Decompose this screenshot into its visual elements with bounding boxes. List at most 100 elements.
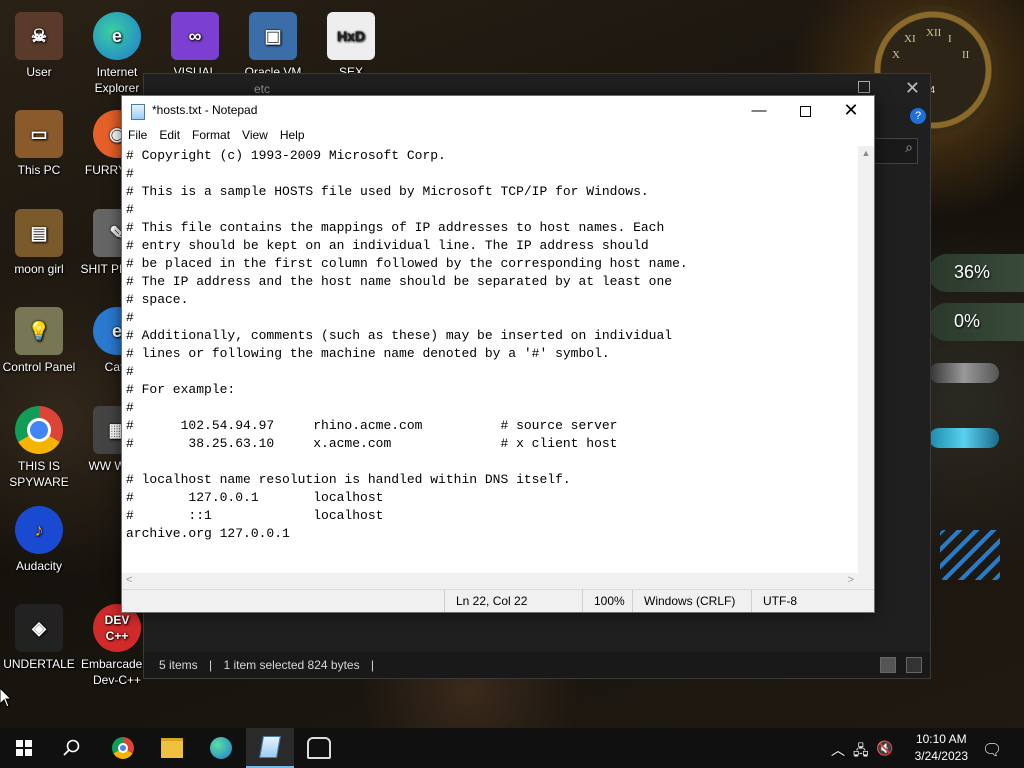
cpu-gauge: 36% xyxy=(928,254,1024,292)
close-button[interactable]: ✕ xyxy=(828,96,874,125)
clock-number: XII xyxy=(926,27,942,39)
tube-widget xyxy=(929,428,999,448)
clock-number: X xyxy=(892,49,900,61)
menu-file[interactable]: File xyxy=(122,125,153,146)
menu-bar: File Edit Format View Help xyxy=(122,125,874,146)
maximize-button[interactable] xyxy=(782,96,828,125)
desktop-icon-label: User xyxy=(26,65,52,79)
clock-number: I xyxy=(948,33,952,45)
folder-icon: ▤ xyxy=(15,209,63,257)
cursor-position: Ln 22, Col 22 xyxy=(444,590,527,612)
chrome-icon xyxy=(112,737,134,759)
cursor-icon xyxy=(0,688,12,708)
folder-icon xyxy=(161,738,183,758)
encoding: UTF-8 xyxy=(751,590,797,612)
desktop-icon-sex[interactable]: HxD SEX xyxy=(312,12,390,80)
app-icon xyxy=(307,737,331,759)
taskbar-edge[interactable] xyxy=(197,728,245,768)
computer-icon: ▭ xyxy=(15,110,63,158)
search-icon xyxy=(63,739,80,756)
menu-edit[interactable]: Edit xyxy=(153,125,186,146)
help-icon[interactable]: ? xyxy=(910,108,926,124)
clock-number: XI xyxy=(904,33,916,45)
menu-view[interactable]: View xyxy=(236,125,274,146)
notification-icon[interactable]: 🗨 xyxy=(982,740,1002,760)
details-view-button[interactable] xyxy=(880,657,896,673)
lightbulb-icon: 💡 xyxy=(15,307,63,355)
chrome-icon xyxy=(15,406,63,454)
chevron-up-icon[interactable]: ︿ xyxy=(831,740,845,760)
maximize-icon[interactable] xyxy=(858,81,870,93)
headphones-icon: ♪ xyxy=(15,506,63,554)
desktop-icon-audacity[interactable]: ♪ Audacity xyxy=(0,506,78,574)
tube-widget xyxy=(929,363,999,383)
desktop-icon-label: This PC xyxy=(17,163,61,177)
ram-gauge: 0% xyxy=(928,303,1024,341)
volume-muted-icon[interactable]: 🔇 xyxy=(876,740,893,757)
network-icon[interactable]: 🖧 xyxy=(853,740,869,764)
desktop-icon-visual[interactable]: ∞ VISUAL xyxy=(156,12,234,80)
edge-icon xyxy=(210,737,232,759)
desktop-icon-moon-girl[interactable]: ▤ moon girl xyxy=(0,209,78,277)
explorer-path-label: etc xyxy=(254,82,271,96)
taskbar: ︿ 🖧 🔇 10:10 AM 3/24/2023 🗨 xyxy=(0,728,1024,768)
hxd-icon: HxD xyxy=(327,12,375,60)
cpu-gauge-value: 36% xyxy=(954,262,991,282)
zoom-level: 100% xyxy=(582,590,625,612)
desktop-icon-undertale[interactable]: ◈ UNDERTALE xyxy=(0,604,78,672)
visual-studio-icon: ∞ xyxy=(171,12,219,60)
vertical-scrollbar[interactable]: ▲ xyxy=(858,146,874,573)
windows-icon xyxy=(16,740,32,756)
horizontal-scrollbar[interactable]: < > xyxy=(122,573,858,589)
desktop-icon-label: UNDERTALE xyxy=(3,657,75,671)
scroll-up-icon[interactable]: ▲ xyxy=(858,148,874,158)
edge-icon: e xyxy=(93,12,141,60)
line-ending: Windows (CRLF) xyxy=(632,590,735,612)
notepad-titlebar[interactable]: *hosts.txt - Notepad — ✕ xyxy=(122,96,874,125)
desktop-icon-control-panel[interactable]: 💡 Control Panel xyxy=(0,307,78,375)
maximize-icon xyxy=(799,105,811,117)
window-title: *hosts.txt - Notepad xyxy=(152,103,258,117)
taskbar-chrome[interactable] xyxy=(99,728,147,768)
explorer-status-bar: 5 items | 1 item selected 824 bytes | xyxy=(144,652,930,678)
desktop-icon-this-pc[interactable]: ▭ This PC xyxy=(0,110,78,178)
clock-date: 3/24/2023 xyxy=(914,749,968,763)
desktop-icon-label: THIS IS SPYWARE xyxy=(9,459,69,489)
scrollbar-corner xyxy=(858,573,874,589)
user-icon: ☠ xyxy=(15,12,63,60)
taskbar-notepad[interactable] xyxy=(246,728,294,768)
status-separator: | xyxy=(370,658,375,672)
text-editor[interactable]: # Copyright (c) 1993-2009 Microsoft Corp… xyxy=(122,146,858,573)
menu-format[interactable]: Format xyxy=(186,125,236,146)
scroll-right-icon[interactable]: > xyxy=(848,574,854,586)
explorer-selection-info: 1 item selected 824 bytes xyxy=(223,658,360,672)
desktop-icon-oracle-vm[interactable]: ▣ Oracle VM xyxy=(234,12,312,80)
status-separator: | xyxy=(209,658,213,672)
minimize-button[interactable]: — xyxy=(736,96,782,125)
taskbar-file-explorer[interactable] xyxy=(148,728,196,768)
scroll-left-icon[interactable]: < xyxy=(126,574,132,586)
ram-gauge-value: 0% xyxy=(954,311,981,331)
notepad-icon xyxy=(259,736,281,758)
tube-widget xyxy=(940,530,1000,580)
editor-content[interactable]: # Copyright (c) 1993-2009 Microsoft Corp… xyxy=(122,146,858,543)
desktop-icon-label: Control Panel xyxy=(2,360,76,374)
desktop-icon-chrome[interactable]: THIS IS SPYWARE xyxy=(0,406,78,490)
unity-icon: ◈ xyxy=(15,604,63,652)
virtualbox-icon: ▣ xyxy=(249,12,297,60)
large-icons-view-button[interactable] xyxy=(906,657,922,673)
start-button[interactable] xyxy=(0,728,48,768)
taskbar-clock[interactable]: 10:10 AM 3/24/2023 xyxy=(915,731,968,765)
taskbar-app[interactable] xyxy=(295,728,343,768)
desktop-icon-label: moon girl xyxy=(14,262,64,276)
desktop-icon-user[interactable]: ☠ User xyxy=(0,12,78,80)
menu-help[interactable]: Help xyxy=(274,125,311,146)
clock-number: II xyxy=(962,49,970,61)
notepad-icon xyxy=(131,104,145,120)
search-button[interactable] xyxy=(48,728,96,768)
close-icon[interactable]: ✕ xyxy=(905,78,920,99)
explorer-item-count: 5 items xyxy=(159,658,198,672)
notepad-status-bar: Ln 22, Col 22 100% Windows (CRLF) UTF-8 xyxy=(122,589,874,612)
clock-time: 10:10 AM xyxy=(915,732,967,746)
notepad-window[interactable]: *hosts.txt - Notepad — ✕ File Edit Forma… xyxy=(121,95,875,613)
